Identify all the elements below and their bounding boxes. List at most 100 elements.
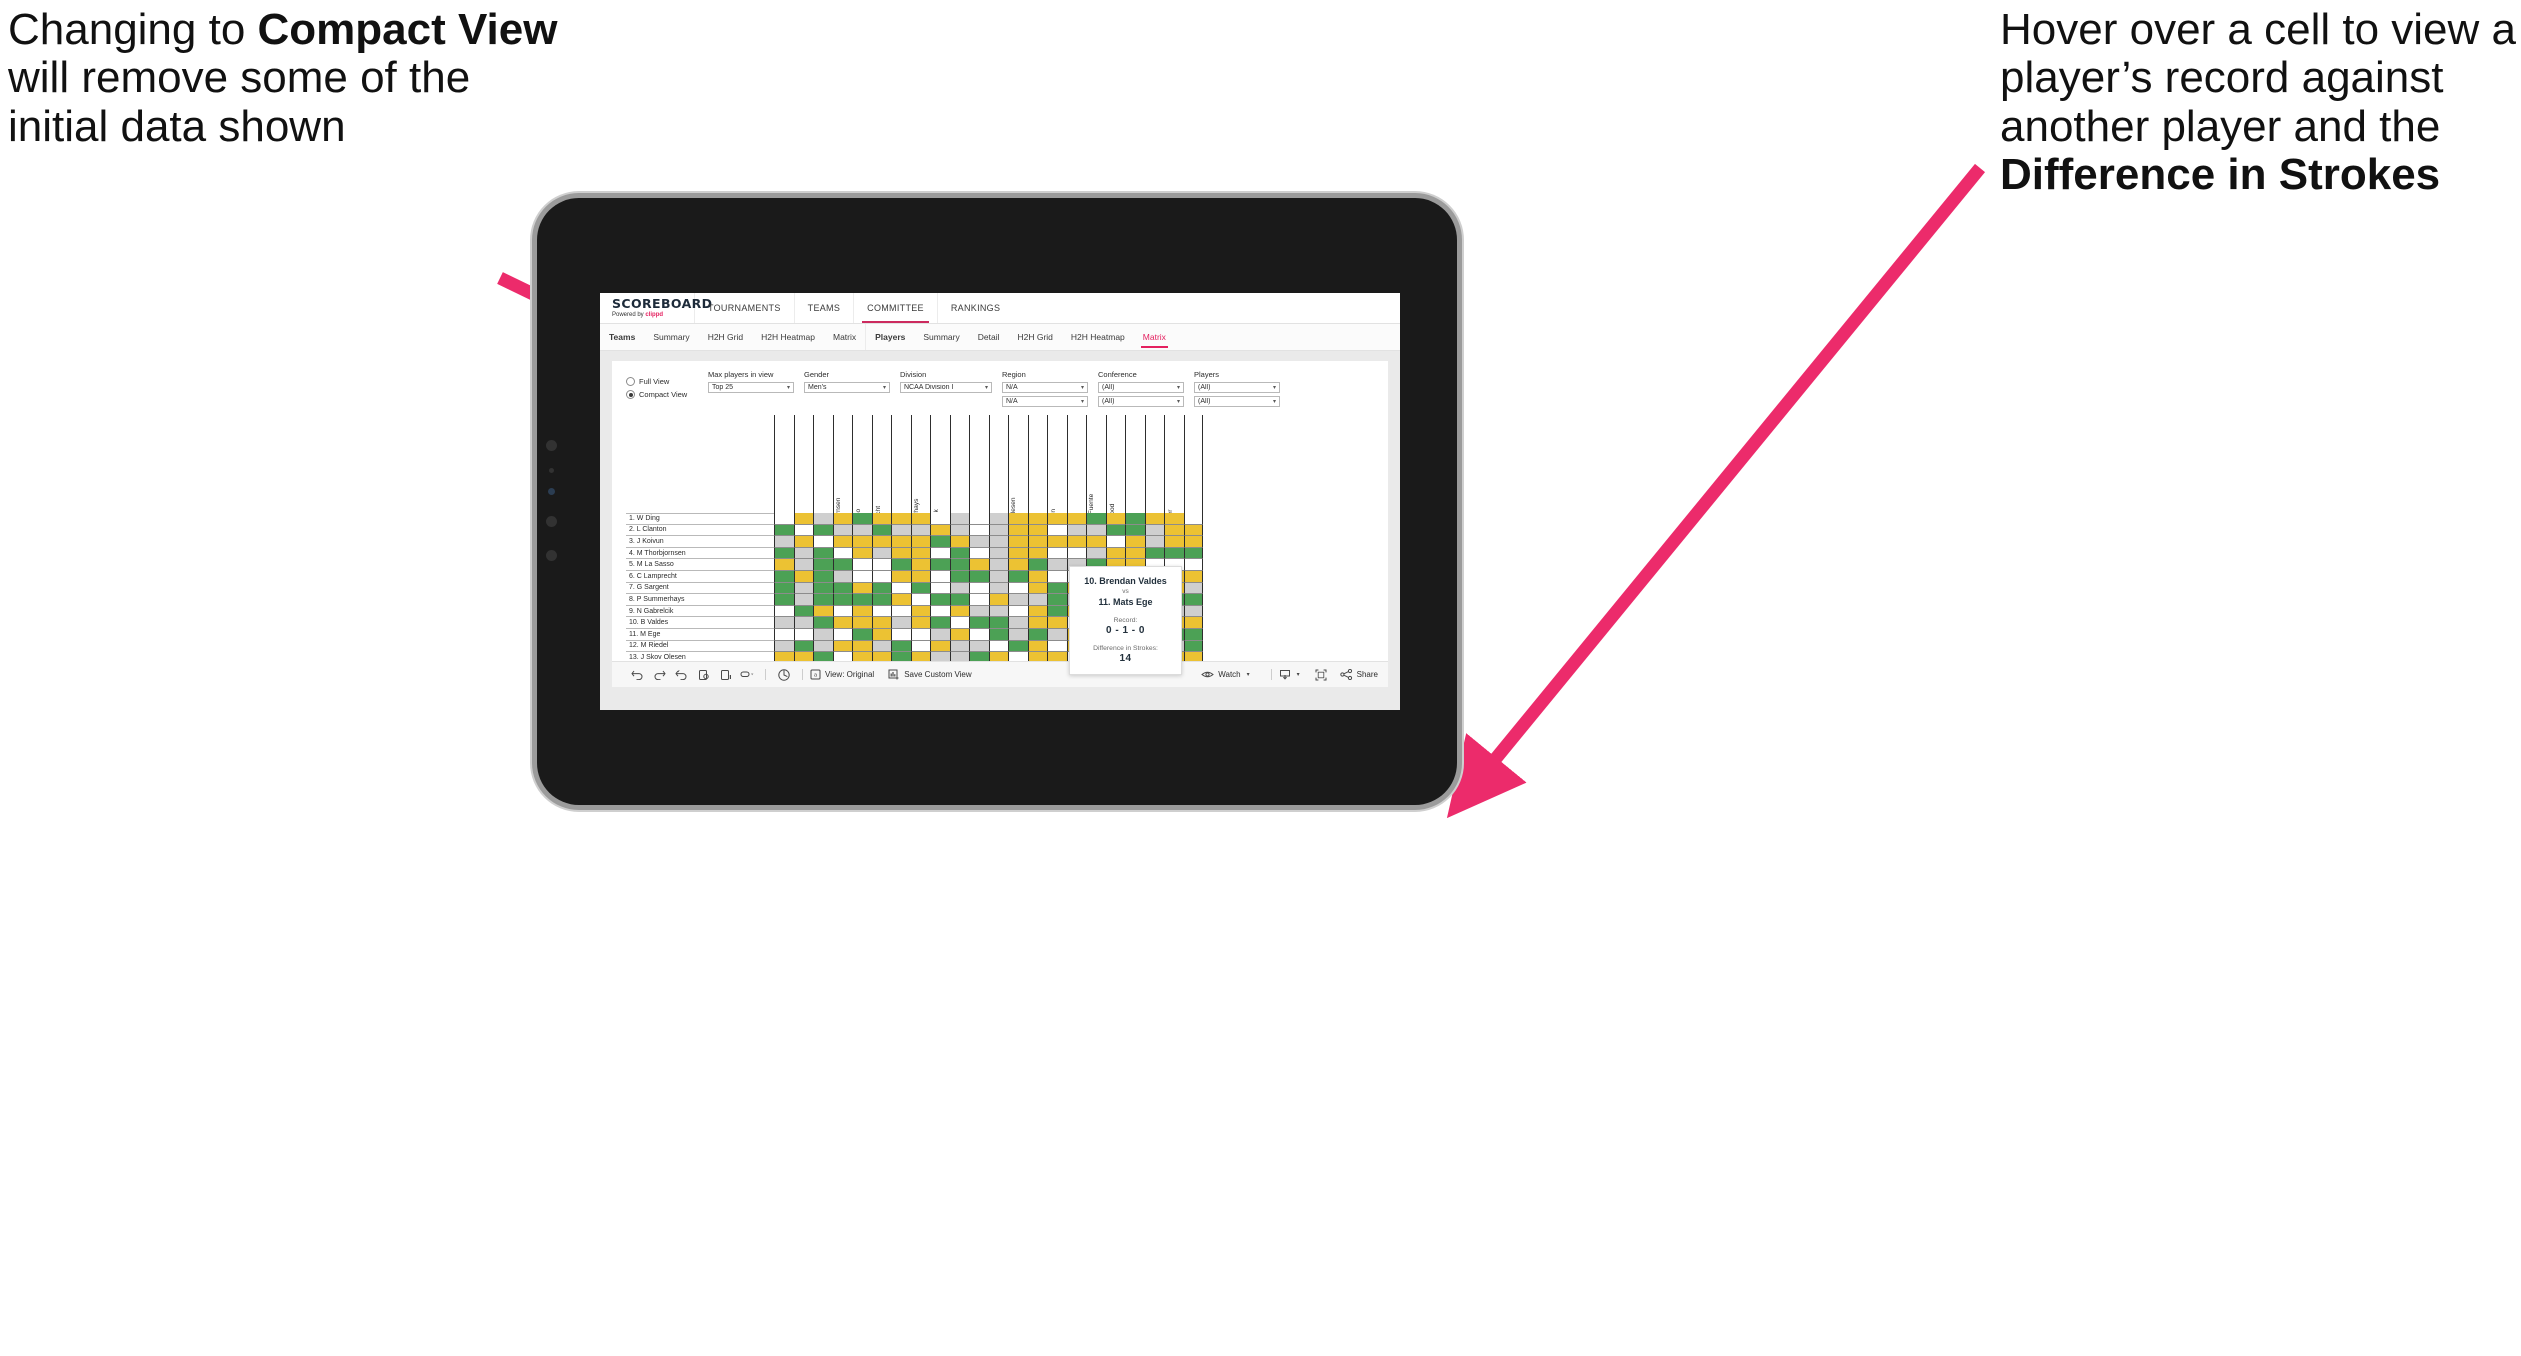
matrix-cell[interactable] — [910, 570, 930, 583]
matrix-cell[interactable] — [813, 513, 833, 525]
matrix-cell[interactable] — [1125, 536, 1145, 548]
matrix-cell[interactable] — [774, 547, 794, 560]
radio-compact-view[interactable]: Compact View — [626, 390, 698, 399]
matrix-cell[interactable] — [910, 640, 930, 653]
matrix-cell[interactable] — [988, 536, 1008, 548]
matrix-cell[interactable] — [852, 628, 872, 641]
matrix-cell[interactable] — [910, 594, 930, 606]
matrix-cell[interactable] — [1027, 547, 1047, 560]
matrix-cell[interactable] — [1144, 536, 1164, 548]
matrix-cell[interactable] — [891, 582, 911, 595]
matrix-cell[interactable] — [1027, 617, 1047, 629]
matrix-cell[interactable] — [1047, 536, 1067, 548]
matrix-cell[interactable] — [852, 513, 872, 525]
matrix-cell[interactable] — [891, 536, 911, 548]
matrix-cell[interactable] — [969, 559, 989, 571]
watch-button[interactable]: Watch ▾ — [1201, 670, 1250, 679]
matrix-cell[interactable] — [793, 582, 813, 595]
matrix-cell[interactable] — [930, 628, 950, 641]
matrix-cell[interactable] — [1047, 594, 1067, 606]
matrix-cell[interactable] — [832, 547, 852, 560]
matrix-cell[interactable] — [1125, 524, 1145, 537]
subnav-teams-h2h-grid[interactable]: H2H Grid — [699, 324, 752, 350]
subnav-teams-matrix[interactable]: Matrix — [824, 324, 865, 350]
matrix-cell[interactable] — [1008, 513, 1028, 525]
matrix-cell[interactable] — [891, 640, 911, 653]
matrix-cell[interactable] — [930, 547, 950, 560]
matrix-cell[interactable] — [871, 617, 891, 629]
subnav-players-matrix[interactable]: Matrix — [1134, 324, 1175, 350]
matrix-cell[interactable] — [1066, 536, 1086, 548]
redo-icon[interactable] — [648, 664, 670, 686]
matrix-cell[interactable] — [793, 605, 813, 618]
matrix-cell[interactable] — [852, 524, 872, 537]
matrix-cell[interactable] — [852, 640, 872, 653]
matrix-cell[interactable] — [871, 640, 891, 653]
matrix-cell[interactable] — [852, 536, 872, 548]
subnav-players-summary[interactable]: Summary — [914, 324, 968, 350]
matrix-cell[interactable] — [871, 547, 891, 560]
matrix-cell[interactable] — [832, 617, 852, 629]
matrix-cell[interactable] — [813, 547, 833, 560]
matrix-cell[interactable] — [832, 605, 852, 618]
matrix-cell[interactable] — [832, 536, 852, 548]
matrix-cell[interactable] — [910, 536, 930, 548]
filter-conference-select[interactable]: (All) ▾ — [1098, 382, 1184, 393]
matrix-cell[interactable] — [871, 536, 891, 548]
matrix-cell[interactable] — [832, 582, 852, 595]
matrix-cell[interactable] — [969, 594, 989, 606]
matrix-cell[interactable] — [793, 628, 813, 641]
matrix-cell[interactable] — [1047, 513, 1067, 525]
matrix-cell[interactable] — [813, 559, 833, 571]
filter-players-select-2[interactable]: (All) ▾ — [1194, 396, 1280, 407]
matrix-cell[interactable] — [1027, 536, 1047, 548]
matrix-cell[interactable] — [1008, 628, 1028, 641]
matrix-cell[interactable] — [949, 628, 969, 641]
topnav-item-rankings[interactable]: RANKINGS — [938, 293, 1013, 323]
matrix-cell[interactable] — [813, 605, 833, 618]
refresh-data-icon[interactable] — [692, 664, 714, 686]
matrix-cell[interactable] — [793, 513, 813, 525]
matrix-cell[interactable] — [832, 640, 852, 653]
matrix-cell[interactable] — [774, 582, 794, 595]
matrix-cell[interactable] — [949, 640, 969, 653]
matrix-cell[interactable] — [1047, 570, 1067, 583]
matrix-cell[interactable] — [891, 570, 911, 583]
matrix-cell[interactable] — [988, 594, 1008, 606]
matrix-cell[interactable] — [832, 628, 852, 641]
matrix-cell[interactable] — [1027, 605, 1047, 618]
matrix-cell[interactable] — [1008, 536, 1028, 548]
matrix-cell[interactable] — [1144, 524, 1164, 537]
matrix-cell[interactable] — [930, 536, 950, 548]
matrix-cell[interactable] — [969, 640, 989, 653]
matrix-cell[interactable] — [832, 513, 852, 525]
matrix-cell[interactable] — [1027, 570, 1047, 583]
matrix-cell[interactable] — [969, 547, 989, 560]
matrix-cell[interactable] — [774, 640, 794, 653]
matrix-cell[interactable] — [969, 536, 989, 548]
matrix-cell[interactable] — [852, 617, 872, 629]
matrix-cell[interactable] — [988, 547, 1008, 560]
matrix-cell[interactable] — [1047, 640, 1067, 653]
matrix-cell[interactable] — [813, 628, 833, 641]
matrix-cell[interactable] — [793, 524, 813, 537]
matrix-cell[interactable] — [891, 559, 911, 571]
matrix-cell[interactable] — [910, 617, 930, 629]
matrix-cell[interactable] — [774, 617, 794, 629]
topnav-item-tournaments[interactable]: TOURNAMENTS — [695, 293, 795, 323]
matrix-cell[interactable] — [1144, 547, 1164, 560]
matrix-cell[interactable] — [793, 617, 813, 629]
matrix-cell[interactable] — [832, 594, 852, 606]
matrix-cell[interactable] — [1086, 513, 1106, 525]
matrix-cell[interactable] — [793, 570, 813, 583]
matrix-cell[interactable] — [969, 628, 989, 641]
matrix-cell[interactable] — [988, 628, 1008, 641]
matrix-cell[interactable] — [1183, 605, 1203, 618]
subnav-players-h2h-heatmap[interactable]: H2H Heatmap — [1062, 324, 1134, 350]
matrix-cell[interactable] — [832, 570, 852, 583]
matrix-cell[interactable] — [910, 628, 930, 641]
pause-data-icon[interactable] — [714, 664, 736, 686]
matrix-cell[interactable] — [871, 570, 891, 583]
filter-players-select[interactable]: (All) ▾ — [1194, 382, 1280, 393]
matrix-cell[interactable] — [930, 570, 950, 583]
